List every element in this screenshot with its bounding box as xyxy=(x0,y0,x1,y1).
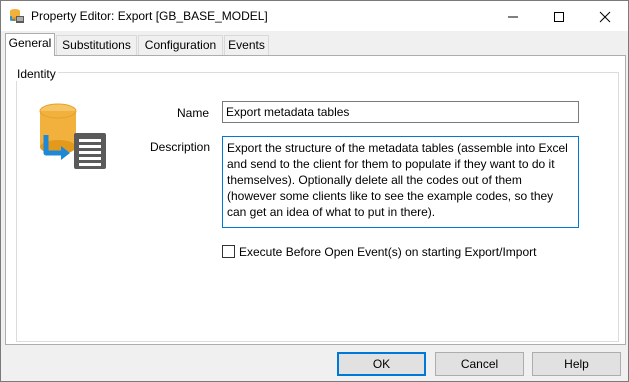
identity-groupbox: Name Description Export the structure of… xyxy=(16,72,619,342)
identity-group-label: Identity xyxy=(15,67,58,81)
minimize-icon xyxy=(508,16,518,18)
name-input[interactable] xyxy=(222,101,579,123)
general-tab-page: Identity Name Description Export the str… xyxy=(5,55,626,345)
maximize-button[interactable] xyxy=(536,1,582,31)
close-icon xyxy=(599,11,611,23)
tab-events[interactable]: Events xyxy=(224,35,269,55)
ok-button[interactable]: OK xyxy=(337,352,426,376)
name-label: Name xyxy=(177,106,210,120)
database-export-icon xyxy=(10,9,24,23)
description-textarea[interactable]: Export the structure of the metadata tab… xyxy=(222,136,579,228)
property-editor-window: Property Editor: Export [GB_BASE_MODEL] … xyxy=(0,0,629,382)
title-bar[interactable]: Property Editor: Export [GB_BASE_MODEL] xyxy=(1,1,628,31)
export-metadata-icon xyxy=(39,103,106,169)
tab-configuration[interactable]: Configuration xyxy=(138,35,223,55)
close-button[interactable] xyxy=(582,1,628,31)
cancel-button[interactable]: Cancel xyxy=(435,352,524,376)
execute-before-open-checkbox[interactable] xyxy=(222,245,235,258)
tab-strip: General Substitutions Configuration Even… xyxy=(3,33,626,56)
tab-general[interactable]: General xyxy=(5,33,55,56)
description-label: Description xyxy=(150,140,211,154)
execute-before-open-label[interactable]: Execute Before Open Event(s) on starting… xyxy=(239,245,536,259)
window-title: Property Editor: Export [GB_BASE_MODEL] xyxy=(31,9,268,23)
tab-substitutions[interactable]: Substitutions xyxy=(56,35,137,55)
minimize-button[interactable] xyxy=(490,1,536,31)
help-button[interactable]: Help xyxy=(532,352,621,376)
maximize-icon xyxy=(554,12,564,22)
